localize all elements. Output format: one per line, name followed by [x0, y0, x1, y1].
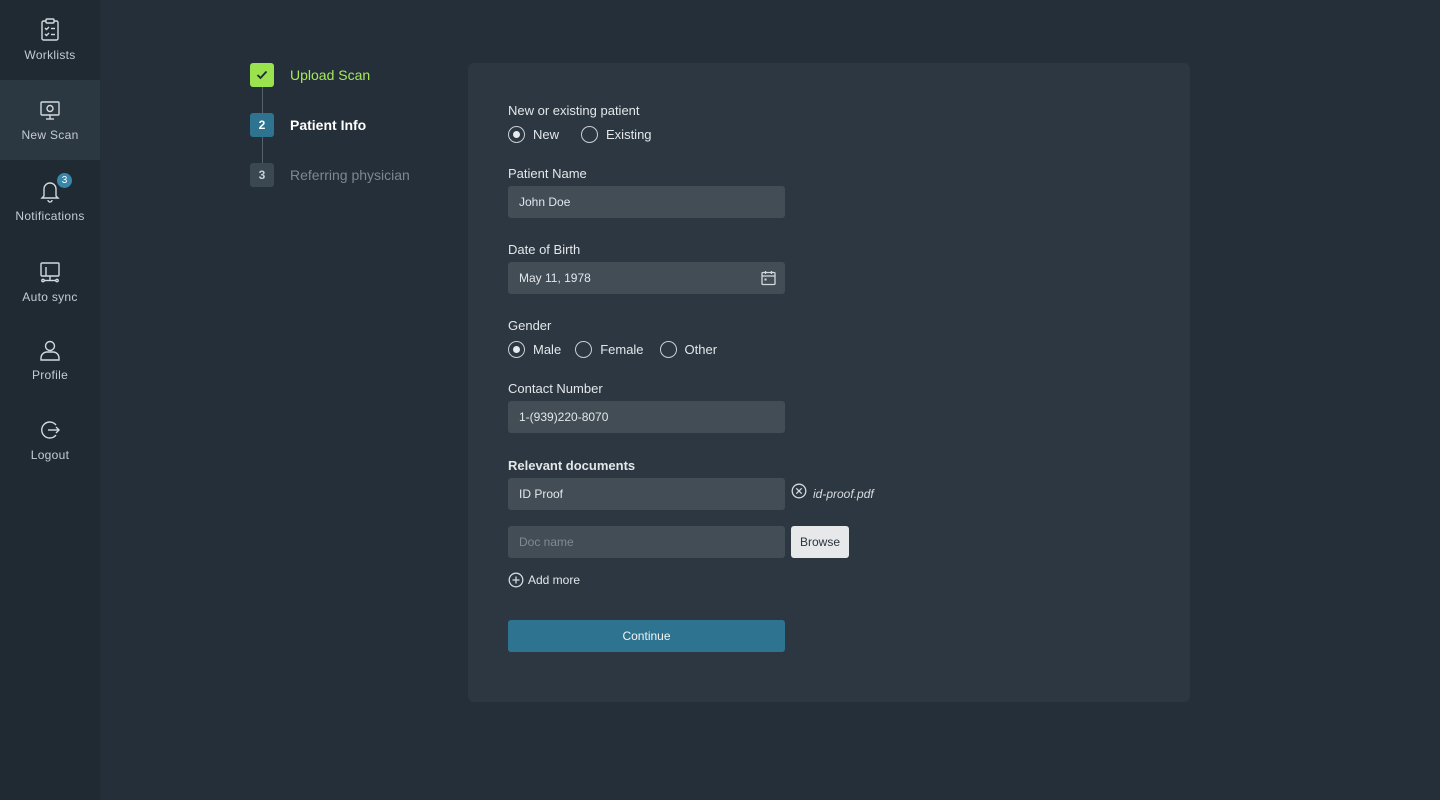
step-label: Upload Scan [290, 67, 371, 83]
step-referring-physician[interactable]: 3 Referring physician [250, 163, 410, 187]
radio-selected [508, 125, 525, 143]
step-number: 3 [250, 163, 274, 187]
patient-type-label: New or existing patient [508, 103, 640, 118]
check-icon [250, 63, 274, 87]
sidebar: Worklists New Scan 3 Notifications Auto … [0, 0, 100, 800]
sidebar-item-new-scan[interactable]: New Scan [0, 80, 100, 160]
sync-monitor-icon [38, 260, 62, 284]
contact-input[interactable]: 1-(939)220-8070 [508, 401, 785, 433]
add-more-button[interactable]: Add more [508, 572, 580, 588]
sidebar-item-label: Auto sync [22, 290, 78, 304]
add-circle-icon [508, 572, 524, 588]
attached-file: id-proof.pdf [791, 483, 874, 504]
radio-selected [508, 340, 525, 358]
step-label: Patient Info [290, 117, 367, 133]
step-number: 2 [250, 113, 274, 137]
documents-heading: Relevant documents [508, 458, 636, 473]
sidebar-item-logout[interactable]: Logout [0, 400, 100, 480]
radio-unselected [581, 125, 599, 143]
sidebar-item-notifications[interactable]: 3 Notifications [0, 160, 100, 242]
radio-label: Male [533, 341, 562, 357]
contact-label: Contact Number [508, 381, 603, 396]
doc-name-input-id-proof[interactable]: ID Proof [508, 478, 785, 510]
file-name: id-proof.pdf [813, 486, 874, 501]
dob-label: Date of Birth [508, 242, 581, 257]
radio-unselected [575, 340, 593, 358]
radio-label: Existing [606, 126, 652, 142]
bell-icon: 3 [38, 173, 72, 203]
sidebar-item-label: Logout [30, 448, 70, 462]
step-upload-scan[interactable]: Upload Scan [250, 63, 370, 87]
patient-type-radio-group: New Existing [508, 125, 666, 143]
sidebar-item-auto-sync[interactable]: Auto sync [0, 242, 100, 322]
sidebar-item-label: Profile [31, 368, 69, 382]
sidebar-item-label: Notifications [15, 209, 85, 223]
logout-icon [38, 418, 62, 442]
user-icon [38, 338, 62, 362]
doc-name-input[interactable]: Doc name [508, 526, 785, 558]
notification-count-badge: 3 [57, 173, 72, 188]
dob-input[interactable]: May 11, 1978 [508, 262, 785, 294]
step-label: Referring physician [290, 167, 410, 183]
sidebar-item-label: Worklists [24, 48, 76, 62]
remove-file-icon[interactable] [791, 483, 807, 504]
continue-button[interactable]: Continue [508, 620, 785, 652]
stepper-connector [262, 87, 263, 113]
clipboard-check-icon [38, 18, 62, 42]
step-patient-info[interactable]: 2 Patient Info [250, 113, 366, 137]
gender-radio-group: Male Female Other [508, 340, 731, 358]
patient-name-label: Patient Name [508, 166, 587, 181]
radio-existing-patient[interactable]: Existing [581, 125, 652, 143]
dob-value: May 11, 1978 [519, 271, 591, 285]
radio-label: New [533, 126, 560, 142]
sidebar-item-profile[interactable]: Profile [0, 320, 100, 400]
monitor-scan-icon [38, 98, 62, 122]
radio-other[interactable]: Other [659, 340, 718, 358]
radio-new-patient[interactable]: New [508, 125, 560, 143]
browse-button[interactable]: Browse [791, 526, 849, 558]
radio-unselected [659, 340, 677, 358]
radio-male[interactable]: Male [508, 340, 562, 358]
add-more-label: Add more [528, 573, 581, 587]
sidebar-item-label: New Scan [21, 128, 79, 142]
radio-female[interactable]: Female [575, 340, 644, 358]
patient-name-input[interactable]: John Doe [508, 186, 785, 218]
radio-label: Female [600, 341, 644, 357]
gender-label: Gender [508, 318, 552, 333]
radio-label: Other [684, 341, 718, 357]
calendar-icon[interactable] [761, 270, 776, 289]
sidebar-item-worklists[interactable]: Worklists [0, 0, 100, 80]
stepper-connector [262, 137, 263, 163]
